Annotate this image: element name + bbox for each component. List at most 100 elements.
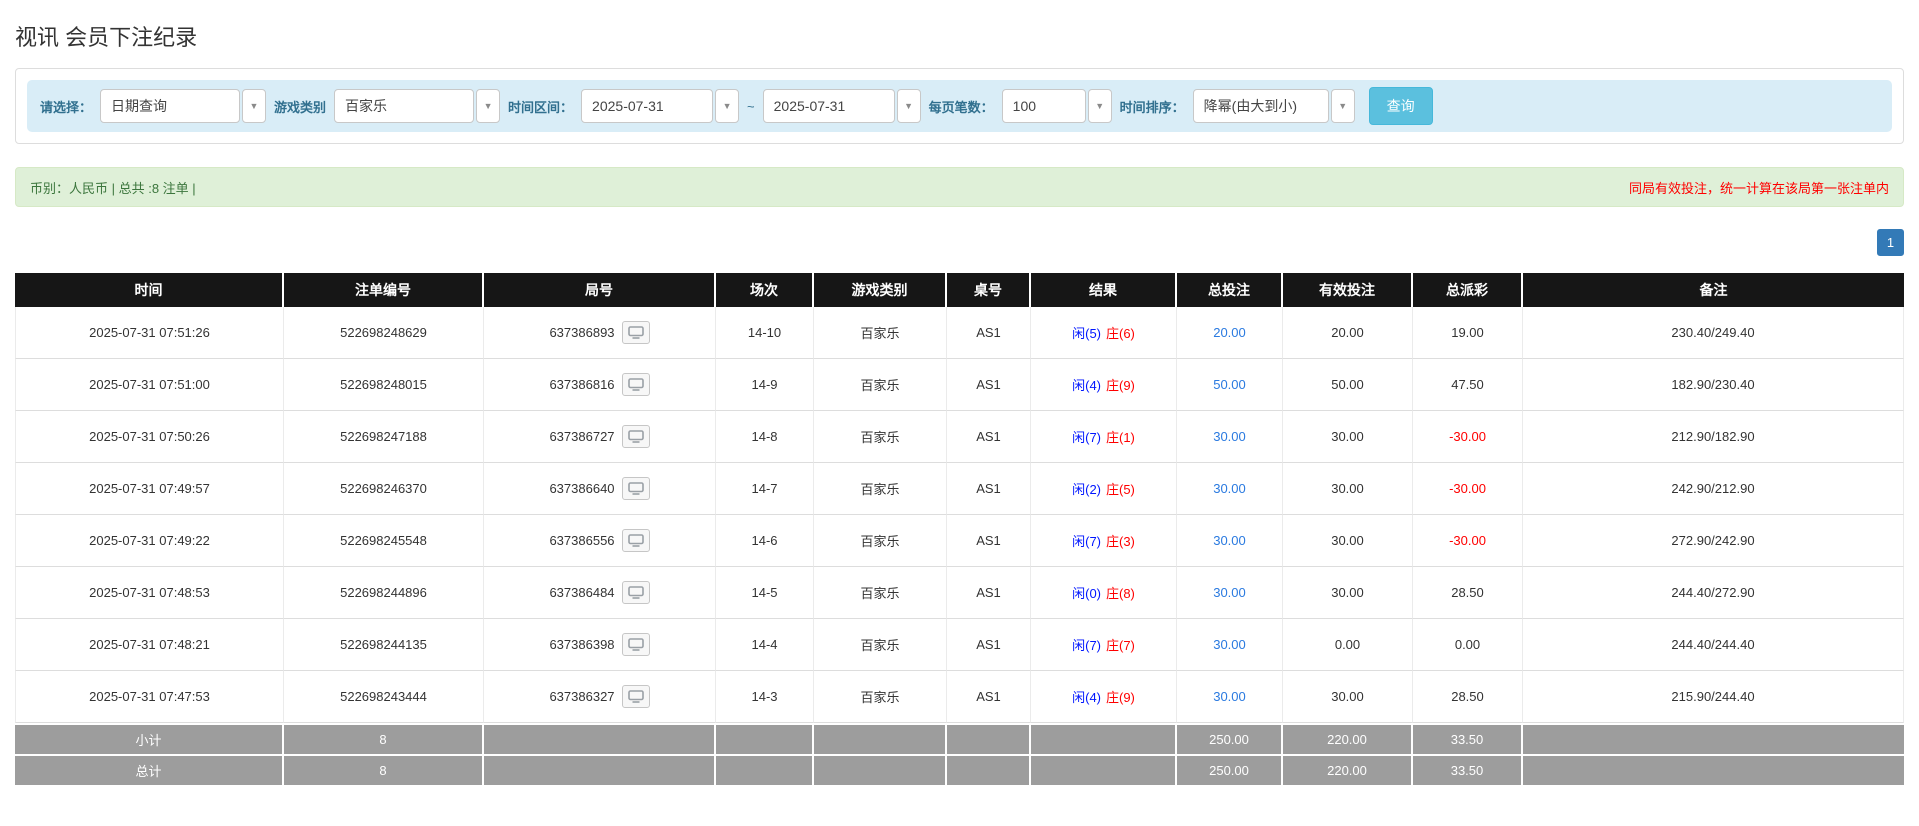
cell-remark: 244.40/244.40	[1523, 619, 1904, 671]
result-view-icon[interactable]	[621, 477, 650, 500]
page: 视讯 会员下注纪录 请选择： 日期查询 ▼ 游戏类别 百家乐 ▼ 时间区间： 2…	[0, 0, 1919, 826]
search-button[interactable]: 查询	[1368, 87, 1433, 125]
chevron-down-icon[interactable]: ▼	[1087, 89, 1112, 123]
chevron-down-icon[interactable]: ▼	[896, 89, 921, 123]
footer-empty-cell	[716, 723, 814, 754]
cell-game-type: 百家乐	[814, 567, 947, 619]
result-view-icon[interactable]	[621, 685, 650, 708]
sort-order-value[interactable]: 降幂(由大到小)	[1192, 89, 1329, 123]
table-row: 2025-07-31 07:48:21 522698244135 6373863…	[15, 619, 1904, 671]
round-number: 637386398	[549, 637, 615, 652]
header-desk: 桌号	[947, 273, 1031, 307]
result-view-icon[interactable]	[621, 529, 650, 552]
total-bet-link[interactable]: 30.00	[1213, 533, 1246, 548]
page-1-button[interactable]: 1	[1877, 229, 1904, 256]
total-bet-link[interactable]: 30.00	[1213, 637, 1246, 652]
grand-total-label: 总计	[15, 754, 284, 785]
cell-bet-id: 522698245548	[284, 515, 484, 567]
cell-time: 2025-07-31 07:48:21	[15, 619, 284, 671]
cell-desk: AS1	[947, 671, 1031, 723]
cell-result: 闲(7) 庄(1)	[1031, 411, 1177, 463]
result-view-icon[interactable]	[621, 321, 650, 344]
result-view-icon[interactable]	[621, 633, 650, 656]
result-banker: 庄(9)	[1106, 690, 1135, 705]
chevron-down-icon[interactable]: ▼	[476, 89, 501, 123]
cell-valid-bet: 30.00	[1283, 671, 1413, 723]
result-banker: 庄(8)	[1106, 586, 1135, 601]
query-type-combo: 日期查询 ▼	[100, 89, 267, 123]
result-view-icon[interactable]	[621, 373, 650, 396]
cell-session: 14-3	[716, 671, 814, 723]
cell-bet-id: 522698244135	[284, 619, 484, 671]
cell-session: 14-4	[716, 619, 814, 671]
total-bet-link[interactable]: 30.00	[1213, 689, 1246, 704]
grand-total-count: 8	[284, 754, 484, 785]
total-bet-link[interactable]: 20.00	[1213, 325, 1246, 340]
game-type-label: 游戏类别	[274, 99, 327, 115]
cell-payout: 47.50	[1413, 359, 1523, 411]
cell-remark: 182.90/230.40	[1523, 359, 1904, 411]
result-player: 闲(4)	[1072, 690, 1101, 705]
summary-notice: 同局有效投注，统一计算在该局第一张注单内	[1628, 180, 1889, 196]
result-player: 闲(7)	[1072, 534, 1101, 549]
date-to-value[interactable]: 2025-07-31	[762, 89, 895, 123]
result-player: 闲(7)	[1072, 638, 1101, 653]
table-row: 2025-07-31 07:51:26 522698248629 6373868…	[15, 307, 1904, 359]
header-session: 场次	[716, 273, 814, 307]
cell-bet-id: 522698243444	[284, 671, 484, 723]
total-bet-link[interactable]: 30.00	[1213, 481, 1246, 496]
date-from-value[interactable]: 2025-07-31	[581, 89, 714, 123]
footer-empty-cell	[947, 754, 1031, 785]
cell-remark: 272.90/242.90	[1523, 515, 1904, 567]
cell-payout: -30.00	[1413, 463, 1523, 515]
cell-time: 2025-07-31 07:50:26	[15, 411, 284, 463]
table-row: 2025-07-31 07:47:53 522698243444 6373863…	[15, 671, 1904, 723]
total-bet-link[interactable]: 50.00	[1213, 377, 1246, 392]
round-number: 637386556	[549, 533, 615, 548]
total-bet-link[interactable]: 30.00	[1213, 585, 1246, 600]
header-result: 结果	[1031, 273, 1177, 307]
cell-remark: 230.40/249.40	[1523, 307, 1904, 359]
result-view-icon[interactable]	[621, 425, 650, 448]
pagination: 1	[15, 229, 1904, 256]
cell-session: 14-10	[716, 307, 814, 359]
subtotal-label: 小计	[15, 723, 284, 754]
cell-desk: AS1	[947, 307, 1031, 359]
cell-remark: 212.90/182.90	[1523, 411, 1904, 463]
game-type-combo: 百家乐 ▼	[334, 89, 501, 123]
cell-total-bet: 30.00	[1177, 567, 1283, 619]
table-row: 2025-07-31 07:51:00 522698248015 6373868…	[15, 359, 1904, 411]
grand-total-total-bet: 250.00	[1177, 754, 1283, 785]
cell-result: 闲(0) 庄(8)	[1031, 567, 1177, 619]
cell-payout: 28.50	[1413, 671, 1523, 723]
cell-round: 637386556	[484, 515, 716, 567]
cell-time: 2025-07-31 07:51:00	[15, 359, 284, 411]
summary-bar: 币别：人民币 | 总共 :8 注单 | 同局有效投注，统一计算在该局第一张注单内	[15, 167, 1904, 207]
header-game-type: 游戏类别	[814, 273, 947, 307]
result-banker: 庄(6)	[1106, 326, 1135, 341]
filter-bar: 请选择： 日期查询 ▼ 游戏类别 百家乐 ▼ 时间区间： 2025-07-31 …	[27, 80, 1892, 132]
table-row: 2025-07-31 07:48:53 522698244896 6373864…	[15, 567, 1904, 619]
result-player: 闲(7)	[1072, 430, 1101, 445]
filter-panel: 请选择： 日期查询 ▼ 游戏类别 百家乐 ▼ 时间区间： 2025-07-31 …	[15, 68, 1904, 144]
time-range-label: 时间区间：	[508, 99, 574, 115]
chevron-down-icon[interactable]: ▼	[242, 89, 267, 123]
table-header: 时间 注单编号 局号 场次 游戏类别 桌号 结果 总投注 有效投注 总派彩 备注	[15, 273, 1904, 307]
header-payout: 总派彩	[1413, 273, 1523, 307]
query-type-value[interactable]: 日期查询	[100, 89, 241, 123]
cell-bet-id: 522698244896	[284, 567, 484, 619]
page-size-value[interactable]: 100	[1001, 89, 1086, 123]
page-size-combo: 100 ▼	[1001, 89, 1112, 123]
result-view-icon[interactable]	[621, 581, 650, 604]
cell-valid-bet: 30.00	[1283, 567, 1413, 619]
chevron-down-icon[interactable]: ▼	[715, 89, 740, 123]
footer-empty-cell	[947, 723, 1031, 754]
sort-order-combo: 降幂(由大到小) ▼	[1192, 89, 1355, 123]
cell-round: 637386327	[484, 671, 716, 723]
cell-time: 2025-07-31 07:51:26	[15, 307, 284, 359]
total-bet-link[interactable]: 30.00	[1213, 429, 1246, 444]
game-type-value[interactable]: 百家乐	[334, 89, 475, 123]
chevron-down-icon[interactable]: ▼	[1330, 89, 1355, 123]
cell-remark: 215.90/244.40	[1523, 671, 1904, 723]
cell-payout: -30.00	[1413, 515, 1523, 567]
